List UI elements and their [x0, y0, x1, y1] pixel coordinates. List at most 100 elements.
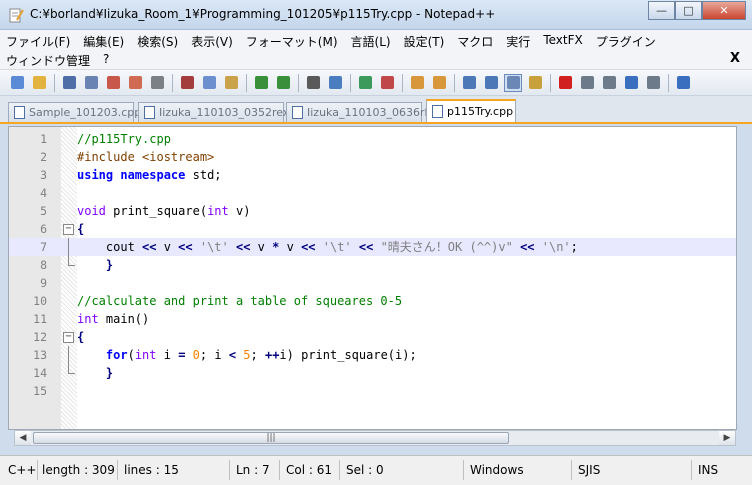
horizontal-scrollbar[interactable]: ◀ ||| ▶: [14, 430, 736, 446]
replace-button[interactable]: [326, 74, 344, 92]
tab-iizuka-110103-0352rex[interactable]: Iizuka_110103_0352rex: [138, 102, 289, 122]
zoom-in-icon: [358, 76, 372, 89]
word-wrap-button[interactable]: [460, 74, 478, 92]
code-text: using namespace std;: [77, 166, 222, 184]
code-token: 0: [192, 348, 200, 362]
print-button[interactable]: [148, 74, 166, 92]
sync-horizontal-button[interactable]: [430, 74, 448, 92]
menu-item[interactable]: フォーマット(M): [246, 33, 338, 50]
code-token: {: [77, 222, 85, 236]
replace-icon: [328, 76, 342, 89]
sync-vertical-icon: [410, 76, 424, 89]
code-token: <: [228, 348, 237, 362]
find-button[interactable]: [304, 74, 322, 92]
close-document-button[interactable]: X: [730, 51, 740, 66]
redo-button[interactable]: [274, 74, 292, 92]
tab-iizuka-110103-0636rb[interactable]: Iizuka_110103_0636rb: [286, 102, 431, 122]
function-list-icon: [676, 76, 690, 89]
title-bar: C:¥borland¥Iizuka_Room_1¥Programming_101…: [0, 0, 752, 30]
line-number: 5: [40, 204, 47, 218]
tab-p115try-cpp[interactable]: p115Try.cpp: [426, 99, 516, 122]
save-all-button[interactable]: [82, 74, 100, 92]
maximize-button[interactable]: □: [675, 1, 702, 20]
code-text: //calculate and print a table of squeare…: [77, 292, 402, 310]
stop-record-icon: [580, 76, 594, 89]
menu-item[interactable]: 表示(V): [191, 33, 233, 50]
indent-guide-button[interactable]: [504, 73, 522, 92]
copy-button[interactable]: [200, 74, 218, 92]
scroll-left-button[interactable]: ◀: [15, 431, 31, 445]
code-editor[interactable]: 1 //p115Try.cpp 2 #include <iostream> 3 using…: [8, 126, 737, 430]
menu-item[interactable]: マクロ: [457, 33, 493, 50]
menu-item[interactable]: プラグイン: [596, 33, 656, 50]
code-token: main(): [98, 312, 150, 326]
tab-sample-101203-cpp[interactable]: Sample_101203.cpp: [8, 102, 141, 122]
code-token: namespace: [120, 168, 186, 182]
scroll-thumb[interactable]: |||: [33, 432, 509, 444]
save-macro-button[interactable]: [644, 74, 662, 92]
user-lang-button[interactable]: [526, 74, 544, 92]
menu-item[interactable]: 言語(L): [351, 33, 391, 50]
stop-record-button[interactable]: [578, 74, 596, 92]
fold-guide: [68, 238, 69, 256]
close-all-button[interactable]: [126, 74, 144, 92]
zoom-in-button[interactable]: [356, 74, 374, 92]
line-number: 2: [40, 150, 47, 164]
menu-item[interactable]: TextFX: [543, 33, 582, 50]
playback-macro-button[interactable]: [600, 74, 618, 92]
save-all-icon: [84, 76, 98, 89]
file-icon: [292, 106, 303, 119]
code-token: '\t': [199, 240, 229, 254]
save-macro-icon: [646, 76, 660, 89]
menu-item[interactable]: 検索(S): [137, 33, 178, 50]
undo-button[interactable]: [252, 74, 270, 92]
cut-button[interactable]: [178, 74, 196, 92]
toolbar-separator: [246, 73, 247, 92]
playback-macro-icon: [602, 76, 616, 89]
code-text: void print_square(int v): [77, 202, 250, 220]
tab-label: Iizuka_110103_0636rb: [307, 106, 432, 119]
word-wrap-icon: [462, 76, 476, 89]
print-icon: [150, 76, 164, 89]
document-tab-bar: Sample_101203.cpp Iizuka_110103_0352rex Ii…: [0, 96, 752, 124]
cut-icon: [180, 76, 194, 89]
menu-item[interactable]: ウィンドウ管理: [6, 52, 90, 69]
paste-button[interactable]: [222, 74, 240, 92]
menu-item[interactable]: ファイル(F): [6, 33, 70, 50]
code-token: std;: [185, 168, 222, 182]
function-list-button[interactable]: [674, 74, 692, 92]
menu-item[interactable]: 編集(E): [83, 33, 124, 50]
code-token: #include <iostream>: [77, 150, 215, 164]
save-icon: [62, 76, 76, 89]
fold-end-marker: [68, 364, 75, 374]
code-token: v): [228, 204, 251, 218]
fold-toggle-icon[interactable]: −: [63, 332, 74, 343]
code-token: print_square(: [105, 204, 208, 218]
open-file-button[interactable]: [30, 74, 48, 92]
line-number: 6: [40, 222, 47, 236]
close-file-button[interactable]: [104, 74, 122, 92]
line-number: 9: [40, 276, 47, 290]
zoom-out-button[interactable]: [378, 74, 396, 92]
run-macro-multiple-button[interactable]: [622, 74, 640, 92]
show-all-chars-button[interactable]: [482, 74, 500, 92]
record-macro-button[interactable]: [556, 74, 574, 92]
scroll-right-button[interactable]: ▶: [719, 431, 735, 445]
fold-toggle-icon[interactable]: −: [63, 224, 74, 235]
menu-item[interactable]: ?: [103, 52, 109, 69]
close-button[interactable]: ✕: [702, 1, 746, 20]
menu-item[interactable]: 実行: [506, 33, 530, 50]
minimize-button[interactable]: —: [648, 1, 675, 20]
window-title: C:¥borland¥Iizuka_Room_1¥Programming_101…: [30, 7, 496, 21]
save-button[interactable]: [60, 74, 78, 92]
code-token: v: [279, 240, 302, 254]
sync-vertical-button[interactable]: [408, 74, 426, 92]
menu-item[interactable]: 設定(T): [404, 33, 445, 50]
new-file-icon: [10, 76, 24, 89]
code-token: '\n': [541, 240, 571, 254]
code-text: #include <iostream>: [77, 148, 214, 166]
new-file-button[interactable]: [8, 74, 26, 92]
